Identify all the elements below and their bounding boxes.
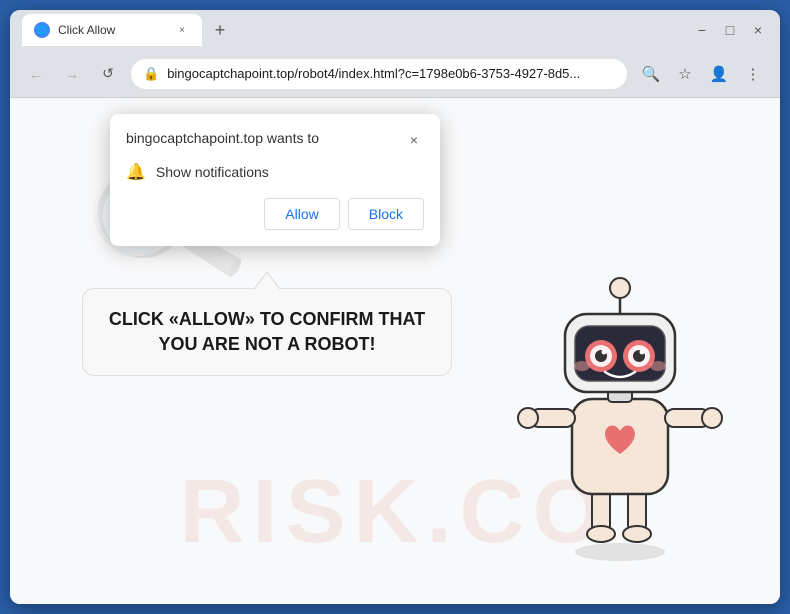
popup-close-button[interactable]: ×	[404, 130, 424, 150]
lock-icon: 🔒	[143, 66, 159, 82]
maximize-button[interactable]: □	[720, 20, 740, 40]
tab-title: Click Allow	[58, 23, 166, 37]
main-message-bubble: CLICK «ALLOW» TO CONFIRM THAT YOU ARE NO…	[82, 288, 452, 376]
tab-close-button[interactable]: ×	[174, 22, 190, 38]
popup-title: bingocaptchapoint.top wants to	[126, 130, 319, 146]
back-button[interactable]: ←	[22, 60, 50, 88]
browser-right-icons: 🔍 ☆ 👤 ⋮	[636, 59, 768, 89]
notification-popup: bingocaptchapoint.top wants to × 🔔 Show …	[110, 114, 440, 246]
close-window-button[interactable]: ×	[748, 20, 768, 40]
address-bar: ← → ↺ 🔒 bingocaptchapoint.top/robot4/ind…	[10, 50, 780, 98]
notification-label: Show notifications	[156, 164, 269, 180]
bell-icon: 🔔	[126, 162, 146, 182]
title-bar: 🌐 Click Allow × + − □ ×	[10, 10, 780, 50]
allow-button[interactable]: Allow	[264, 198, 339, 230]
minimize-button[interactable]: −	[692, 20, 712, 40]
robot-illustration	[510, 244, 740, 584]
main-message-text: CLICK «ALLOW» TO CONFIRM THAT YOU ARE NO…	[109, 309, 425, 354]
refresh-button[interactable]: ↺	[94, 60, 122, 88]
bookmark-icon[interactable]: ☆	[670, 59, 700, 89]
popup-notification-row: 🔔 Show notifications	[126, 162, 424, 182]
url-text: bingocaptchapoint.top/robot4/index.html?…	[167, 66, 615, 81]
menu-icon[interactable]: ⋮	[738, 59, 768, 89]
forward-button[interactable]: →	[58, 60, 86, 88]
tab-favicon: 🌐	[34, 22, 50, 38]
popup-header: bingocaptchapoint.top wants to ×	[126, 130, 424, 150]
page-content: 🔍 RISK.CO bingocaptchapoint.top wants to…	[10, 98, 780, 604]
active-tab[interactable]: 🌐 Click Allow ×	[22, 14, 202, 46]
popup-buttons: Allow Block	[126, 198, 424, 230]
url-bar[interactable]: 🔒 bingocaptchapoint.top/robot4/index.htm…	[130, 58, 628, 90]
tab-bar: 🌐 Click Allow × +	[22, 14, 684, 46]
search-icon[interactable]: 🔍	[636, 59, 666, 89]
new-tab-button[interactable]: +	[206, 16, 234, 44]
browser-window: 🌐 Click Allow × + − □ × ← → ↺ 🔒 bingocap…	[10, 10, 780, 604]
block-button[interactable]: Block	[348, 198, 424, 230]
window-controls: − □ ×	[692, 20, 768, 40]
profile-icon[interactable]: 👤	[704, 59, 734, 89]
